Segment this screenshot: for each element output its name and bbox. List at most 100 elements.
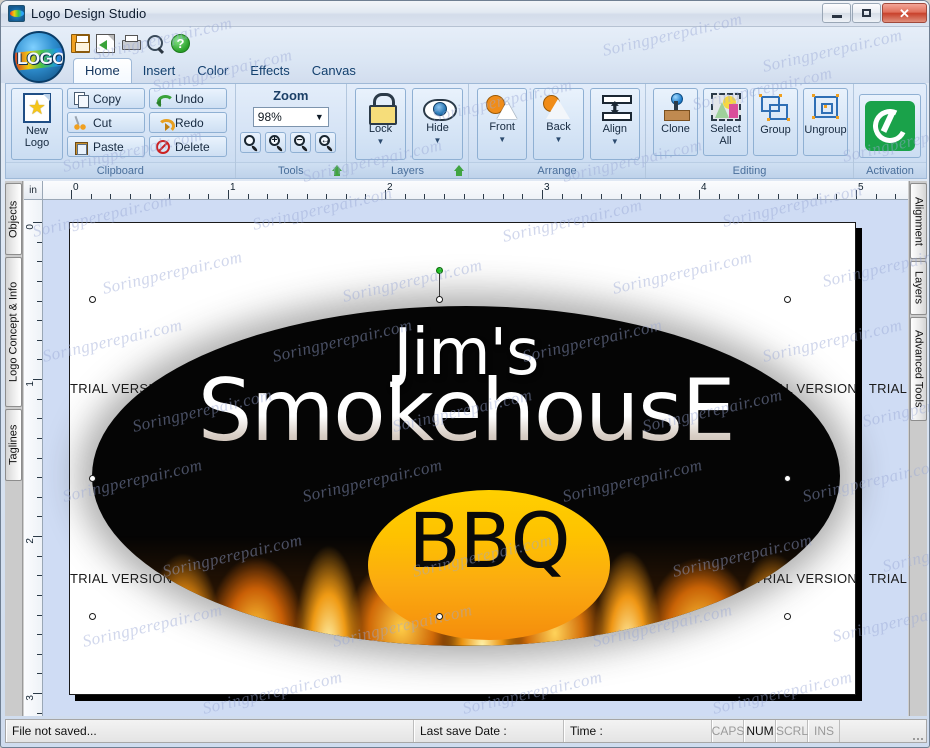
front-caret-icon[interactable]: ▼ xyxy=(498,134,506,146)
align-caret-icon[interactable]: ▼ xyxy=(611,136,619,148)
align-button[interactable]: Align ▼ xyxy=(589,88,640,160)
sidebar-item-layers[interactable]: Layers xyxy=(910,261,927,315)
lock-button[interactable]: Lock ▼ xyxy=(355,88,406,160)
sidebar-item-taglines[interactable]: Taglines xyxy=(5,409,22,481)
sidebar-item-objects[interactable]: Objects xyxy=(5,183,22,255)
tab-insert[interactable]: Insert xyxy=(132,59,187,83)
select-all-button[interactable]: Select All xyxy=(703,88,748,156)
zoom-combobox[interactable]: 98% ▼ xyxy=(252,107,329,127)
preview-icon[interactable] xyxy=(146,34,165,53)
status-bar: File not saved... Last save Date : Time … xyxy=(5,719,927,743)
rotate-handle[interactable] xyxy=(436,267,443,274)
ruler-minor-tick xyxy=(267,194,269,199)
tab-canvas[interactable]: Canvas xyxy=(301,59,367,83)
align-label: Align xyxy=(602,123,628,135)
redo-label: Redo xyxy=(175,115,204,130)
tab-color[interactable]: Color xyxy=(186,59,239,83)
ruler-minor-tick xyxy=(365,194,367,199)
vertical-ruler[interactable]: 0 1 2 3 xyxy=(24,200,43,716)
tab-home[interactable]: Home xyxy=(73,58,132,83)
delete-button[interactable]: Delete xyxy=(149,136,227,157)
ruler-label: 0 xyxy=(25,224,36,230)
bring-front-button[interactable]: Front ▼ xyxy=(477,88,528,160)
selection-handle-bottom-left[interactable] xyxy=(89,613,96,620)
hide-caret-icon[interactable]: ▼ xyxy=(434,135,442,147)
redo-button[interactable]: Redo xyxy=(149,112,227,133)
print-icon[interactable] xyxy=(121,34,141,53)
zoom-fit-button[interactable]: ↔ xyxy=(314,132,336,153)
lock-caret-icon[interactable]: ▼ xyxy=(377,136,385,148)
zoom-in-button[interactable]: + xyxy=(264,132,286,153)
send-back-button[interactable]: Back ▼ xyxy=(533,88,584,160)
tools-dialog-launcher-icon[interactable] xyxy=(331,164,343,177)
copy-icon xyxy=(74,91,89,108)
maximize-button[interactable] xyxy=(852,3,881,23)
new-logo-icon xyxy=(23,93,51,123)
help-icon[interactable]: ? xyxy=(171,34,190,53)
cut-button[interactable]: Cut xyxy=(67,112,145,133)
selection-handle-mid-left[interactable] xyxy=(89,475,96,482)
selection-handle-top-right[interactable] xyxy=(784,296,791,303)
layers-dialog-launcher-icon[interactable] xyxy=(453,164,465,177)
minimize-button[interactable] xyxy=(822,3,851,23)
delete-icon xyxy=(156,139,170,154)
tab-effects[interactable]: Effects xyxy=(239,59,301,83)
select-all-label-1: Select xyxy=(710,123,741,135)
group-label-tools-text: Tools xyxy=(277,165,304,177)
horizontal-ruler[interactable]: 0 1 2 3 4 5 xyxy=(43,181,908,200)
close-button[interactable]: ✕ xyxy=(882,3,927,23)
undo-button[interactable]: Undo xyxy=(149,88,227,109)
application-window: Logo Design Studio ✕ ? Home Insert Color… xyxy=(0,0,930,748)
select-all-label-2: All xyxy=(719,135,732,147)
ungroup-button[interactable]: Ungroup xyxy=(803,88,848,156)
clone-button[interactable]: Clone xyxy=(653,88,698,156)
new-logo-button[interactable]: New Logo xyxy=(11,88,63,160)
sidebar-item-advanced-tools[interactable]: Advanced Tools xyxy=(910,317,927,421)
lock-icon xyxy=(368,93,397,125)
back-caret-icon[interactable]: ▼ xyxy=(555,134,563,146)
ruler-minor-tick xyxy=(149,194,151,199)
cut-icon xyxy=(74,116,88,130)
ruler-label: 2 xyxy=(387,182,393,193)
logo-text-line2[interactable]: SmokehousE xyxy=(92,363,840,459)
ruler-minor-tick xyxy=(37,261,42,263)
new-logo-label-1: New xyxy=(25,125,48,137)
ruler-minor-tick xyxy=(600,194,602,199)
selection-handle-top-center[interactable] xyxy=(436,296,443,303)
app-menu-button[interactable] xyxy=(13,31,65,83)
ruler-minor-tick xyxy=(581,194,583,199)
group-icon xyxy=(758,94,791,122)
activation-check-icon xyxy=(865,101,915,151)
ruler-label: 4 xyxy=(701,182,707,193)
selection-handle-top-left[interactable] xyxy=(89,296,96,303)
paste-button[interactable]: Paste xyxy=(67,136,145,157)
zoom-out-button[interactable]: − xyxy=(289,132,311,153)
undo-label: Undo xyxy=(175,91,204,106)
ruler-minor-tick xyxy=(679,194,681,199)
selection-handle-mid-right[interactable] xyxy=(784,475,791,482)
hide-button[interactable]: Hide ▼ xyxy=(412,88,463,160)
logo-artwork[interactable]: Jim's SmokehousE BBQ xyxy=(92,306,840,646)
bring-front-icon xyxy=(486,93,518,119)
ruler-major-tick xyxy=(71,190,72,199)
sidebar-item-logo-concept-info[interactable]: Logo Concept & Info xyxy=(5,257,22,407)
ruler-minor-tick xyxy=(286,194,288,199)
clipboard-column-1: Copy Cut Paste xyxy=(67,88,145,157)
ruler-minor-tick xyxy=(37,634,42,636)
design-page[interactable]: TRIAL VERSION TRIAL VERSION TRIAL VERSIO… xyxy=(69,222,908,695)
logo-text-line3[interactable]: BBQ xyxy=(368,502,610,580)
copy-button[interactable]: Copy xyxy=(67,88,145,109)
selection-handle-bottom-center[interactable] xyxy=(436,613,443,620)
resize-grip-icon[interactable] xyxy=(840,720,926,742)
save-icon[interactable] xyxy=(71,34,90,53)
sidebar-item-alignment[interactable]: Alignment xyxy=(910,183,927,259)
activation-button[interactable] xyxy=(859,94,921,158)
group-button[interactable]: Group xyxy=(753,88,798,156)
ruler-minor-tick xyxy=(37,339,42,341)
zoom-window-button[interactable] xyxy=(239,132,261,153)
ribbon-group-activation: Activation xyxy=(853,84,926,178)
export-icon[interactable] xyxy=(96,34,115,53)
ungroup-icon xyxy=(811,94,841,122)
selection-handle-bottom-right[interactable] xyxy=(784,613,791,620)
canvas-scroll-area[interactable]: TRIAL VERSION TRIAL VERSION TRIAL VERSIO… xyxy=(43,200,908,716)
